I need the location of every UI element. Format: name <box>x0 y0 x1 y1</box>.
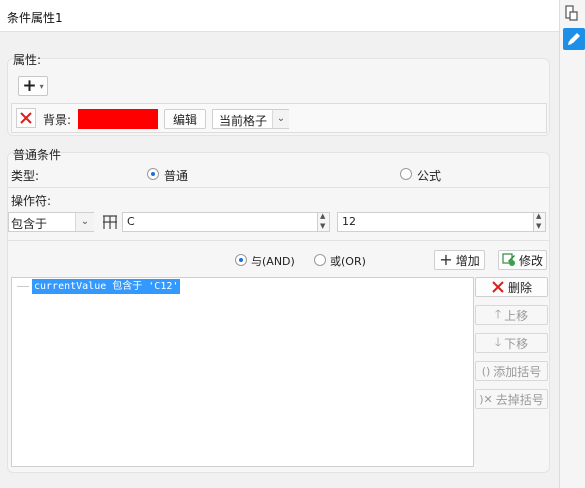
remove-bracket-icon: )✕ <box>479 392 493 406</box>
title-bar <box>0 0 559 32</box>
background-color-swatch[interactable] <box>78 109 158 129</box>
arrow-up-icon: 🡑 <box>494 306 502 321</box>
modify-condition-button[interactable]: 修改 <box>498 250 547 270</box>
operator-select[interactable]: 包含于 ⌄ <box>8 212 94 232</box>
type-option-formula: 公式 <box>417 169 442 183</box>
attribute-section-label: 属性: <box>13 53 42 67</box>
operator-label: 操作符: <box>11 194 52 208</box>
column-field-icon[interactable] <box>101 213 119 231</box>
add-condition-button[interactable]: + 增加 <box>434 250 485 270</box>
scope-select[interactable]: 当前格子 ⌄ <box>212 109 289 129</box>
chevron-down-icon: ⌄ <box>75 213 94 231</box>
field-spinner[interactable]: ▲ ▼ <box>318 212 330 232</box>
edit-pencil-icon[interactable] <box>563 28 585 50</box>
move-up-button[interactable]: 🡑 上移 <box>475 305 548 325</box>
cell-attribute-icon[interactable] <box>565 5 579 21</box>
plus-icon: + <box>22 76 37 96</box>
spin-up-icon: ▲ <box>320 212 326 220</box>
value-input[interactable]: 12 <box>337 212 534 232</box>
plus-icon: + <box>439 250 453 269</box>
spin-down-icon: ▼ <box>320 222 326 230</box>
remove-bracket-label: 去掉括号 <box>495 392 544 407</box>
delete-button[interactable]: 删除 <box>475 277 548 297</box>
close-icon <box>492 281 504 293</box>
chevron-down-icon: ⌄ <box>272 110 289 128</box>
logic-radio-or[interactable] <box>314 254 326 266</box>
add-bracket-button[interactable]: () 添加括号 <box>475 361 548 381</box>
type-option-normal: 普通 <box>164 169 189 183</box>
remove-attribute-button[interactable] <box>16 108 36 128</box>
type-radio-normal[interactable] <box>147 168 159 180</box>
bracket-icon: () <box>481 364 491 378</box>
remove-bracket-button[interactable]: )✕ 去掉括号 <box>475 389 548 409</box>
chevron-down-icon: ▾ <box>39 81 44 91</box>
divider <box>8 240 549 241</box>
modify-condition-label: 修改 <box>518 253 543 268</box>
type-radio-formula[interactable] <box>400 168 412 180</box>
logic-radio-and[interactable] <box>235 254 247 266</box>
add-bracket-label: 添加括号 <box>493 364 542 379</box>
move-down-button[interactable]: 🡓 下移 <box>475 333 548 353</box>
field-input[interactable]: C <box>122 212 318 232</box>
divider <box>8 187 549 188</box>
close-icon <box>20 112 32 124</box>
edit-button[interactable]: 编辑 <box>164 109 206 129</box>
delete-label: 删除 <box>507 280 532 295</box>
condition-list-item[interactable]: currentValue 包含于 'C12' <box>32 279 181 294</box>
add-condition-label: 增加 <box>455 253 480 268</box>
logic-option-or: 或(OR) <box>330 255 366 268</box>
condition-section-label: 普通条件 <box>13 148 62 162</box>
condition-list[interactable] <box>11 277 474 467</box>
background-label: 背景: <box>43 113 72 127</box>
window-title: 条件属性1 <box>7 11 63 25</box>
logic-option-and: 与(AND) <box>251 255 295 268</box>
spin-up-icon: ▲ <box>536 212 542 220</box>
type-label: 类型: <box>11 169 40 183</box>
modify-icon <box>502 253 515 266</box>
add-attribute-dropdown[interactable]: + ▾ <box>18 76 48 96</box>
spin-down-icon: ▼ <box>536 222 542 230</box>
value-spinner[interactable]: ▲ ▼ <box>534 212 546 232</box>
side-toolbar <box>559 0 585 488</box>
scope-select-value: 当前格子 <box>219 114 268 128</box>
arrow-down-icon: 🡓 <box>494 334 502 349</box>
move-up-label: 上移 <box>504 308 529 323</box>
move-down-label: 下移 <box>504 336 529 351</box>
tree-connector <box>17 286 29 287</box>
operator-select-value: 包含于 <box>11 217 48 231</box>
